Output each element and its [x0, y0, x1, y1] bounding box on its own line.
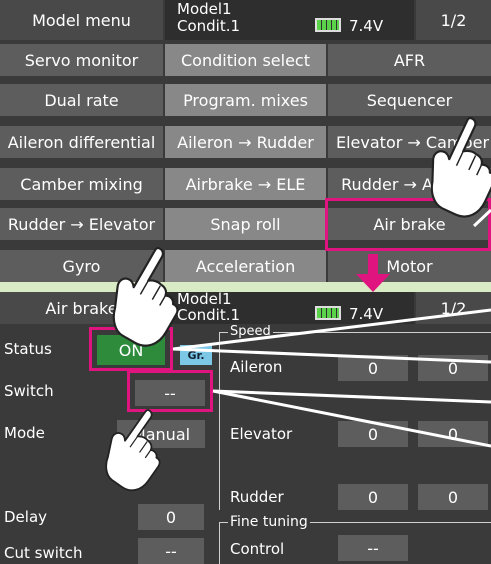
- model-info-2: Model1 Condit.1: [165, 292, 305, 324]
- elevator-value-1[interactable]: 0: [338, 421, 408, 447]
- page-indicator[interactable]: 1/2: [416, 0, 491, 40]
- cut-switch-label: Cut switch: [4, 544, 83, 562]
- menu-aileron-rudder[interactable]: Aileron → Rudder: [165, 126, 326, 158]
- fine-tuning-label: Fine tuning: [228, 514, 310, 530]
- menu-snap-roll[interactable]: Snap roll: [165, 208, 326, 240]
- status-label: Status: [4, 340, 52, 358]
- cut-switch-value[interactable]: --: [138, 538, 204, 564]
- control-label: Control: [230, 540, 285, 558]
- menu-sequencer[interactable]: Sequencer: [328, 84, 491, 116]
- control-value[interactable]: --: [338, 535, 408, 561]
- menu-program-mixes[interactable]: Program. mixes: [165, 84, 326, 116]
- condition-name-2: Condit.1: [177, 306, 241, 324]
- elevator-label: Elevator: [230, 425, 293, 443]
- battery-icon-2: [315, 306, 341, 320]
- battery-voltage-2: 7.4V: [349, 305, 384, 323]
- aileron-label: Aileron: [230, 358, 283, 376]
- menu-airbrake-ele[interactable]: Airbrake → ELE: [165, 168, 326, 200]
- menu-camber-mixing[interactable]: Camber mixing: [0, 168, 163, 200]
- page-indicator-2[interactable]: 1/2: [416, 292, 491, 324]
- menu-rudder-aileron[interactable]: Rudder → Aileron: [328, 168, 491, 200]
- menu-dual-rate[interactable]: Dual rate: [0, 84, 163, 116]
- rudder-label: Rudder: [230, 488, 284, 506]
- menu-motor[interactable]: Motor: [328, 250, 491, 282]
- screen-title: Air brake: [0, 292, 163, 324]
- rudder-value-2[interactable]: 0: [418, 484, 488, 510]
- model-name: Model1: [177, 0, 232, 18]
- status-highlight: [89, 327, 173, 371]
- switch-label: Switch: [4, 382, 54, 400]
- battery-area-2: 7.4V: [305, 292, 414, 324]
- delay-label: Delay: [4, 508, 48, 526]
- menu-rudder-elevator[interactable]: Rudder → Elevator: [0, 208, 163, 240]
- speed-group-label: Speed: [228, 324, 273, 338]
- condition-name: Condit.1: [177, 17, 241, 35]
- model-info: Model1 Condit.1: [165, 0, 305, 40]
- battery-voltage: 7.4V: [349, 17, 384, 35]
- menu-acceleration[interactable]: Acceleration: [165, 250, 326, 282]
- group-badge[interactable]: Gr.: [180, 345, 212, 365]
- battery-icon: [315, 18, 341, 32]
- rudder-value-1[interactable]: 0: [338, 484, 408, 510]
- mode-label: Mode: [4, 424, 45, 442]
- delay-value[interactable]: 0: [138, 504, 204, 530]
- battery-area: 7.4V: [305, 0, 414, 40]
- menu-afr[interactable]: AFR: [328, 44, 491, 76]
- menu-aileron-differential[interactable]: Aileron differential: [0, 126, 163, 158]
- model-name-2: Model1: [177, 290, 232, 308]
- air-brake-highlight: [325, 198, 491, 251]
- aileron-value-2[interactable]: 0: [418, 355, 488, 381]
- menu-elevator-camber[interactable]: Elevator → Camber: [328, 126, 491, 158]
- menu-servo-monitor[interactable]: Servo monitor: [0, 44, 163, 76]
- switch-highlight: [127, 370, 213, 412]
- aileron-value-1[interactable]: 0: [338, 355, 408, 381]
- menu-condition-select[interactable]: Condition select: [165, 44, 326, 76]
- mode-selector[interactable]: Manual: [117, 420, 205, 448]
- menu-gyro[interactable]: Gyro: [0, 250, 163, 282]
- elevator-value-2[interactable]: 0: [418, 421, 488, 447]
- menu-title: Model menu: [0, 0, 163, 40]
